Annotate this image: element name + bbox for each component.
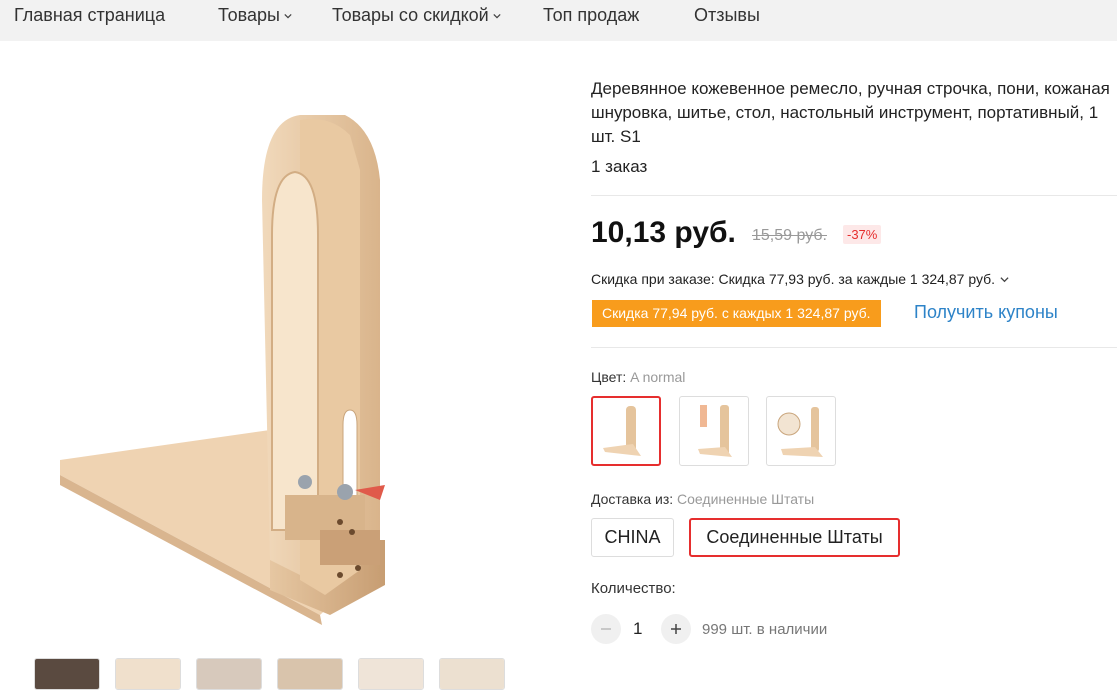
swatch-image [777, 407, 823, 457]
color-swatch-b[interactable] [679, 396, 749, 466]
thumbnail[interactable] [439, 658, 505, 690]
get-coupons-link[interactable]: Получить купоны [914, 302, 1058, 323]
nav-top-sales-label: Топ продаж [543, 5, 640, 25]
discount-badge: -37% [843, 225, 882, 244]
chevron-down-icon [1000, 276, 1009, 282]
shipping-label: Доставка из: [591, 491, 674, 507]
nav-reviews[interactable]: Отзывы [694, 5, 760, 26]
quantity-increase-button[interactable] [661, 614, 691, 644]
quantity-label: Количество: [591, 580, 676, 597]
thumbnail[interactable] [196, 658, 262, 690]
shipping-value: Соединенные Штаты [677, 491, 815, 507]
top-navigation: Главная страница Товары Товары со скидко… [0, 0, 1117, 41]
plus-icon [671, 624, 681, 634]
nav-discounted-label: Товары со скидкой [332, 5, 489, 25]
nav-reviews-label: Отзывы [694, 5, 760, 25]
minus-icon [601, 628, 611, 630]
color-label: Цвет: [591, 369, 627, 385]
swatch-image [603, 406, 641, 456]
thumbnail[interactable] [358, 658, 424, 690]
color-swatch-a-normal[interactable] [591, 396, 661, 466]
stock-info: 999 шт. в наличии [702, 621, 828, 638]
ship-from-china-button[interactable]: CHINA [591, 518, 674, 557]
nav-home-label: Главная страница [14, 5, 166, 25]
quantity-value[interactable]: 1 [633, 619, 642, 639]
current-price: 10,13 руб. [591, 216, 736, 249]
thumbnail[interactable] [115, 658, 181, 690]
nav-top-sales[interactable]: Топ продаж [543, 5, 639, 26]
color-label-row: Цвет: A normal [591, 369, 685, 385]
old-price: 15,59 руб. [752, 227, 827, 244]
nav-products-label: Товары [218, 5, 280, 25]
quantity-decrease-button[interactable] [591, 614, 621, 644]
thumbnail[interactable] [277, 658, 343, 690]
order-discount-dropdown[interactable]: Скидка при заказе: Скидка 77,93 руб. за … [591, 271, 1009, 287]
color-swatch-c[interactable] [766, 396, 836, 466]
product-main-image[interactable] [0, 60, 560, 650]
divider [591, 195, 1117, 196]
coupon-tag: Скидка 77,94 руб. с каждых 1 324,87 руб. [592, 300, 881, 327]
product-title: Деревянное кожевенное ремесло, ручная ст… [591, 79, 1110, 146]
ship-from-usa-button[interactable]: Соединенные Штаты [689, 518, 900, 557]
order-discount-text: Скидка при заказе: Скидка 77,93 руб. за … [591, 271, 996, 287]
nav-home[interactable]: Главная страница [14, 5, 165, 26]
divider [591, 347, 1117, 348]
color-value: A normal [630, 369, 686, 385]
nav-discounted[interactable]: Товары со скидкой [332, 5, 501, 26]
swatch-image [698, 405, 732, 457]
chevron-down-icon [284, 13, 292, 18]
shipping-label-row: Доставка из: Соединенные Штаты [591, 491, 814, 507]
chevron-down-icon [493, 13, 501, 18]
orders-count: 1 заказ [591, 157, 648, 176]
nav-products[interactable]: Товары [218, 5, 292, 26]
thumbnail[interactable] [34, 658, 100, 690]
